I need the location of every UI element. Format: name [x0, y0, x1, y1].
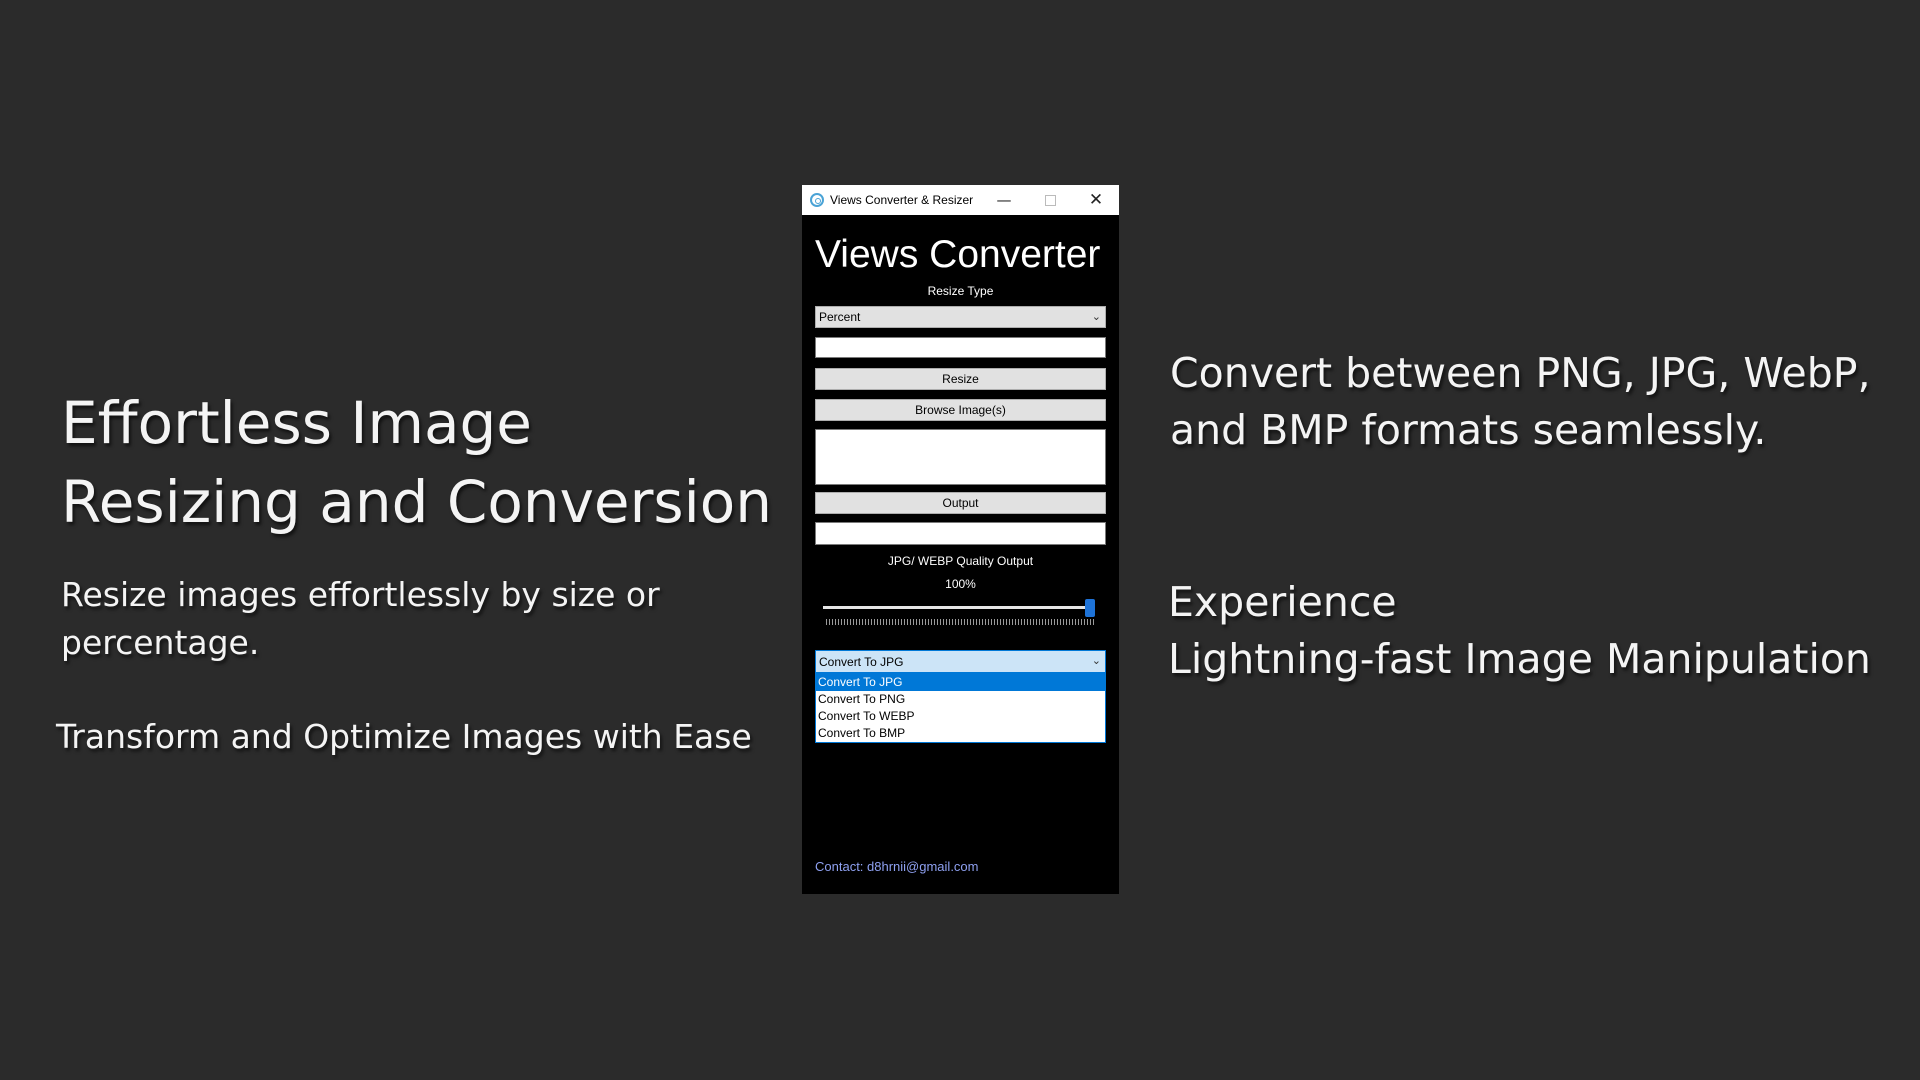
- resize-type-value: Percent: [819, 310, 861, 324]
- quality-slider-track[interactable]: [823, 606, 1095, 609]
- format-selected-value: Convert To JPG: [819, 654, 904, 669]
- subtitle-resize: Resize images effortlessly by size or pe…: [61, 575, 660, 662]
- browse-images-button[interactable]: Browse Image(s): [815, 399, 1106, 421]
- tagline-formats: Convert between PNG, JPG, WebP, and BMP …: [1170, 349, 1871, 454]
- maximize-button[interactable]: [1027, 185, 1073, 215]
- app-window: Views Converter & Resizer — ✕ Views Conv…: [802, 185, 1119, 894]
- window-title: Views Converter & Resizer: [830, 193, 974, 207]
- close-icon: ✕: [1088, 190, 1104, 210]
- resize-button[interactable]: Resize: [815, 368, 1106, 390]
- headline: Effortless Image Resizing and Conversion: [61, 389, 773, 536]
- minimize-icon: —: [996, 191, 1012, 209]
- resize-type-select[interactable]: Percent ⌄: [815, 306, 1106, 328]
- contact-email-link[interactable]: Contact: d8hrnii@gmail.com: [815, 859, 978, 874]
- maximize-icon: [1044, 194, 1056, 206]
- format-option-jpg[interactable]: Convert To JPG: [816, 674, 1105, 691]
- format-option-png[interactable]: Convert To PNG: [816, 691, 1105, 708]
- minimize-button[interactable]: —: [981, 185, 1027, 215]
- format-option-webp[interactable]: Convert To WEBP: [816, 708, 1105, 725]
- output-path-field[interactable]: [815, 522, 1106, 545]
- quality-slider-fill: [823, 606, 1095, 609]
- format-option-bmp[interactable]: Convert To BMP: [816, 725, 1105, 742]
- subtitle-transform: Transform and Optimize Images with Ease: [56, 717, 752, 756]
- resize-type-label: Resize Type: [927, 284, 994, 298]
- resize-value-input[interactable]: [815, 337, 1106, 358]
- chevron-down-icon: ⌄: [1091, 311, 1101, 323]
- app-heading: Views Converter: [815, 233, 1101, 276]
- chevron-down-icon: ⌄: [1091, 655, 1101, 667]
- tagline-experience: Experience Lightning-fast Image Manipula…: [1168, 574, 1888, 688]
- quality-value: 100%: [945, 577, 976, 591]
- format-dropdown-list: Convert To JPG Convert To PNG Convert To…: [815, 673, 1106, 743]
- title-bar[interactable]: Views Converter & Resizer — ✕: [802, 185, 1119, 215]
- selected-files-box[interactable]: [815, 429, 1106, 485]
- quality-label: JPG/ WEBP Quality Output: [887, 554, 1034, 568]
- quality-slider-ticks: [826, 619, 1094, 625]
- output-button[interactable]: Output: [815, 492, 1106, 514]
- tagline-experience-line2: Lightning-fast Image Manipulation: [1168, 635, 1871, 683]
- close-button[interactable]: ✕: [1073, 185, 1119, 215]
- quality-slider-thumb[interactable]: [1085, 599, 1095, 617]
- format-select[interactable]: Convert To JPG ⌄: [815, 650, 1106, 673]
- app-logo-icon: [810, 193, 824, 207]
- tagline-experience-line1: Experience: [1168, 578, 1397, 626]
